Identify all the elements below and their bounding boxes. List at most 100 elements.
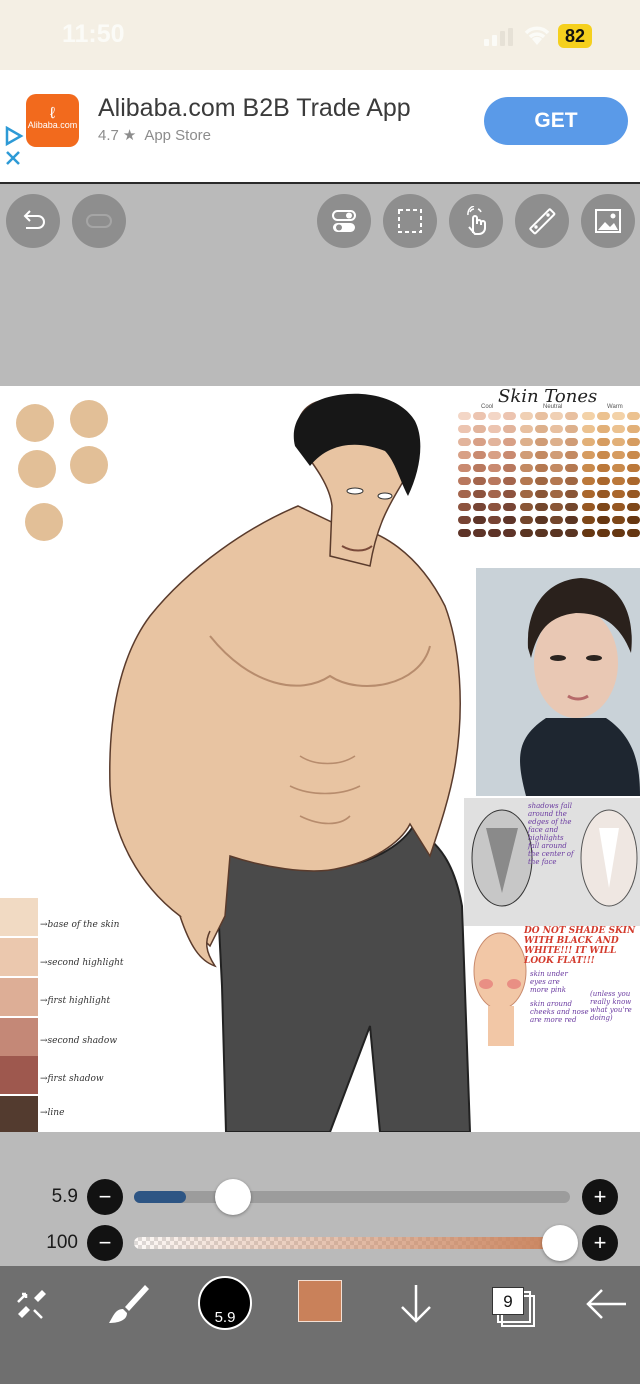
skin-tone-swatch	[550, 529, 563, 537]
skin-tone-swatch	[627, 516, 640, 524]
battery-level: 82	[558, 24, 592, 48]
skin-tone-swatch	[565, 490, 578, 498]
tone-column-label: Neutral	[543, 404, 563, 410]
skin-tone-swatch	[597, 516, 610, 524]
adchoices-icon[interactable]	[4, 126, 24, 182]
brush-sliders: 5.9 − + 100 − +	[0, 1132, 640, 1266]
drawing-canvas[interactable]: →base of the skin →second highlight →fir…	[0, 386, 640, 1132]
skin-tone-swatch	[582, 425, 595, 433]
brush-size-indicator: 5.9	[198, 1276, 252, 1330]
redo-icon	[86, 214, 112, 228]
transform-tool-button[interactable]	[10, 1282, 54, 1326]
skin-tone-swatch	[520, 490, 533, 498]
skin-tone-swatch	[582, 464, 595, 472]
current-color-swatch	[298, 1280, 342, 1322]
skin-tone-swatch	[503, 464, 516, 472]
brush-tool-button[interactable]	[104, 1280, 152, 1328]
skin-tone-swatch	[612, 438, 625, 446]
skin-tone-swatch	[520, 516, 533, 524]
skin-tone-swatch	[520, 529, 533, 537]
skin-tone-swatch	[473, 438, 486, 446]
star-icon: ★	[122, 127, 137, 144]
skin-tone-swatch	[488, 503, 501, 511]
ad-get-button[interactable]: GET	[484, 97, 628, 145]
skin-tone-swatch	[582, 477, 595, 485]
skin-tone-swatch	[550, 451, 563, 459]
palette-swatch	[0, 1018, 38, 1056]
size-slider-track[interactable]	[134, 1191, 570, 1203]
skin-tone-swatch	[473, 412, 486, 420]
image-button[interactable]	[581, 194, 635, 248]
palette-label: →second shadow	[40, 1036, 118, 1046]
skin-tone-swatch	[597, 464, 610, 472]
size-slider-thumb[interactable]	[215, 1179, 252, 1215]
back-button[interactable]	[584, 1280, 628, 1328]
skin-tone-swatch	[488, 412, 501, 420]
tone-column-label: Warm	[607, 404, 623, 410]
unless-note: (unless you really know what you're doin…	[590, 990, 632, 1022]
skin-tone-swatch	[520, 503, 533, 511]
skin-tone-swatch	[550, 464, 563, 472]
skin-tone-grid	[458, 412, 640, 546]
skin-tone-swatch	[565, 412, 578, 420]
toggle-button[interactable]	[317, 194, 371, 248]
skin-tone-swatch	[627, 490, 640, 498]
size-increase-button[interactable]: +	[582, 1179, 618, 1215]
skin-tone-swatch	[550, 490, 563, 498]
skin-tone-swatch	[488, 529, 501, 537]
gesture-icon	[467, 206, 486, 235]
opacity-increase-button[interactable]: +	[582, 1225, 618, 1261]
ruler-button[interactable]	[515, 194, 569, 248]
download-button[interactable]	[394, 1280, 438, 1328]
skin-tone-swatch	[488, 490, 501, 498]
skin-tone-swatch	[473, 516, 486, 524]
ad-banner[interactable]: ℓ Alibaba.com Alibaba.com B2B Trade App …	[0, 70, 640, 184]
skin-tone-swatch	[582, 503, 595, 511]
skin-tone-swatch	[582, 516, 595, 524]
cheeks-note: skin around cheeks and nose are more red	[530, 1000, 589, 1024]
wifi-icon	[524, 26, 550, 45]
top-toolbar	[0, 186, 640, 386]
skin-tone-swatch	[550, 503, 563, 511]
skin-tone-swatch	[597, 477, 610, 485]
under-eyes-note: skin under eyes are more pink	[530, 970, 568, 994]
opacity-value: 100	[46, 1232, 78, 1253]
skin-tone-swatch	[565, 529, 578, 537]
warning-note: DO NOT SHADE SKIN WITH BLACK AND WHITE!!…	[524, 926, 636, 966]
skin-tone-swatch	[488, 438, 501, 446]
size-decrease-button[interactable]: −	[87, 1179, 123, 1215]
skin-tone-swatch	[535, 412, 548, 420]
image-icon	[595, 209, 621, 233]
undo-button[interactable]	[6, 194, 60, 248]
skin-tone-swatch	[597, 438, 610, 446]
redo-button[interactable]	[72, 194, 126, 248]
skin-tone-swatch	[488, 516, 501, 524]
skin-tone-swatch	[503, 529, 516, 537]
selection-button[interactable]	[383, 194, 437, 248]
ad-title[interactable]: Alibaba.com B2B Trade App	[98, 94, 411, 123]
skin-tone-swatch	[520, 438, 533, 446]
palette-label: →line	[40, 1108, 65, 1118]
gesture-button[interactable]	[449, 194, 503, 248]
skin-tone-swatch	[473, 451, 486, 459]
skin-tone-swatch	[473, 464, 486, 472]
undo-icon	[23, 210, 45, 229]
toggle-icon	[332, 210, 356, 232]
transform-icon	[17, 1290, 46, 1319]
opacity-slider-track[interactable]	[134, 1237, 570, 1249]
opacity-decrease-button[interactable]: −	[87, 1225, 123, 1261]
skin-tone-swatch	[473, 490, 486, 498]
skin-tone-swatch	[535, 490, 548, 498]
skin-tone-swatch	[503, 503, 516, 511]
alibaba-logo[interactable]: ℓ Alibaba.com	[26, 94, 79, 147]
skin-tone-swatch	[627, 464, 640, 472]
skin-tone-swatch	[503, 490, 516, 498]
skin-tone-swatch	[503, 425, 516, 433]
color-button[interactable]	[298, 1280, 342, 1322]
shading-notes: DO NOT SHADE SKIN WITH BLACK AND WHITE!!…	[466, 926, 640, 1051]
opacity-slider-thumb[interactable]	[542, 1225, 578, 1261]
brush-size-button[interactable]: 5.9	[198, 1276, 252, 1330]
skin-tone-swatch	[597, 412, 610, 420]
layers-count: 9	[492, 1287, 524, 1315]
skin-tone-swatch	[520, 412, 533, 420]
